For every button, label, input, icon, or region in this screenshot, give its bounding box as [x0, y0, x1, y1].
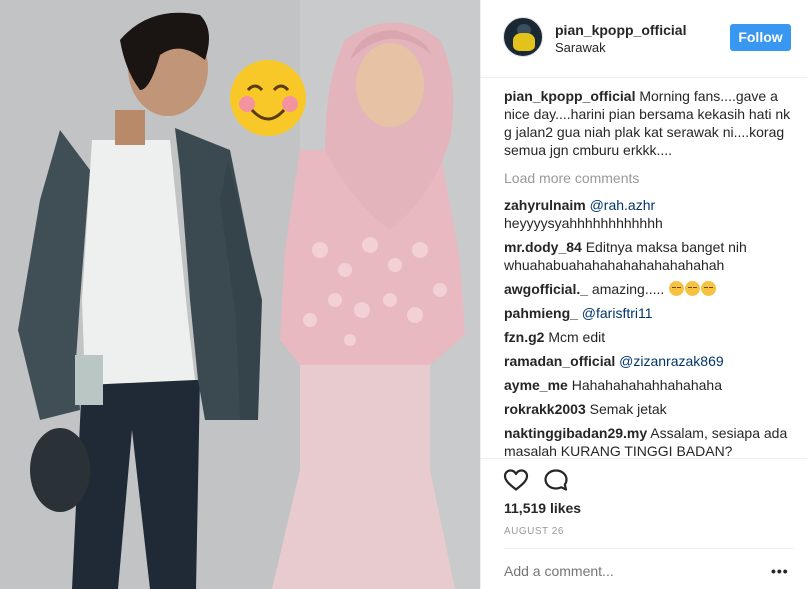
more-options-button[interactable]: •••: [771, 564, 789, 578]
comment-icon[interactable]: [543, 468, 569, 492]
follow-button[interactable]: Follow: [730, 24, 791, 51]
comment-username[interactable]: fzn.g2: [504, 329, 544, 345]
comment-mention[interactable]: @zizanrazak869: [619, 353, 724, 369]
avatar-body: [513, 33, 535, 51]
comment-mention[interactable]: @farisftri11: [582, 305, 653, 321]
comment-username[interactable]: naktinggibadan29.my: [504, 425, 647, 441]
heart-icon[interactable]: [503, 468, 529, 492]
add-comment-input[interactable]: [504, 563, 754, 579]
comment-item: awgofficial._ amazing.....: [504, 280, 794, 298]
comment-username[interactable]: pahmieng_: [504, 305, 578, 321]
expressionless-face-emoji: [685, 281, 701, 296]
comment-username[interactable]: ayme_me: [504, 377, 568, 393]
location-link[interactable]: Sarawak: [555, 40, 606, 55]
comment-item: ayme_me Hahahahahahhahahaha: [504, 376, 794, 394]
post-photo[interactable]: [0, 0, 480, 589]
username-link[interactable]: pian_kpopp_official: [555, 22, 686, 38]
comment-username[interactable]: awgofficial._: [504, 281, 588, 297]
instagram-post-view: pian_kpopp_official Sarawak Follow pian_…: [0, 0, 807, 589]
comment-text: Mcm edit: [544, 329, 606, 345]
comment-item: zahyrulnaim @rah.azhr heyyyysyahhhhhhhhh…: [504, 196, 794, 232]
comments-list[interactable]: pian_kpopp_official Morning fans....gave…: [504, 87, 794, 457]
expressionless-face-emoji: [701, 281, 717, 296]
comment-username[interactable]: zahyrulnaim: [504, 197, 586, 213]
comment-item: mr.dody_84 Editnya maksa banget nih whua…: [504, 238, 794, 274]
comment-text: Semak jetak: [585, 401, 667, 417]
post-side-panel: pian_kpopp_official Sarawak Follow pian_…: [480, 0, 807, 589]
comment-item: naktinggibadan29.my Assalam, sesiapa ada…: [504, 424, 794, 457]
comment-username[interactable]: ramadan_official: [504, 353, 615, 369]
comment-item: ramadan_official @zizanrazak869: [504, 352, 794, 370]
expressionless-face-emoji: [669, 281, 685, 296]
divider: [504, 548, 794, 549]
comment-username[interactable]: mr.dody_84: [504, 239, 582, 255]
post-caption: pian_kpopp_official Morning fans....gave…: [504, 87, 794, 159]
avatar[interactable]: [503, 17, 543, 57]
comment-text: heyyyysyahhhhhhhhhhhh: [504, 215, 663, 231]
comment-item: pahmieng_ @farisftri11: [504, 304, 794, 322]
comment-text: Hahahahahahhahahaha: [567, 377, 722, 393]
caption-username[interactable]: pian_kpopp_official: [504, 88, 635, 104]
comment-text: amazing.....: [588, 281, 665, 297]
likes-count[interactable]: 11,519 likes: [504, 500, 581, 516]
comment-item: fzn.g2 Mcm edit: [504, 328, 794, 346]
comment-mention[interactable]: @rah.azhr: [590, 197, 656, 213]
divider: [481, 458, 807, 459]
post-header: pian_kpopp_official Sarawak Follow: [481, 0, 807, 78]
smiling-face-emoji: [230, 60, 306, 136]
photo-illustration: [0, 0, 480, 589]
comment-item: rokrakk2003 Semak jetak: [504, 400, 794, 418]
load-more-comments-link[interactable]: Load more comments: [504, 169, 794, 187]
comment-username[interactable]: rokrakk2003: [504, 401, 586, 417]
post-date: AUGUST 26: [504, 526, 564, 537]
